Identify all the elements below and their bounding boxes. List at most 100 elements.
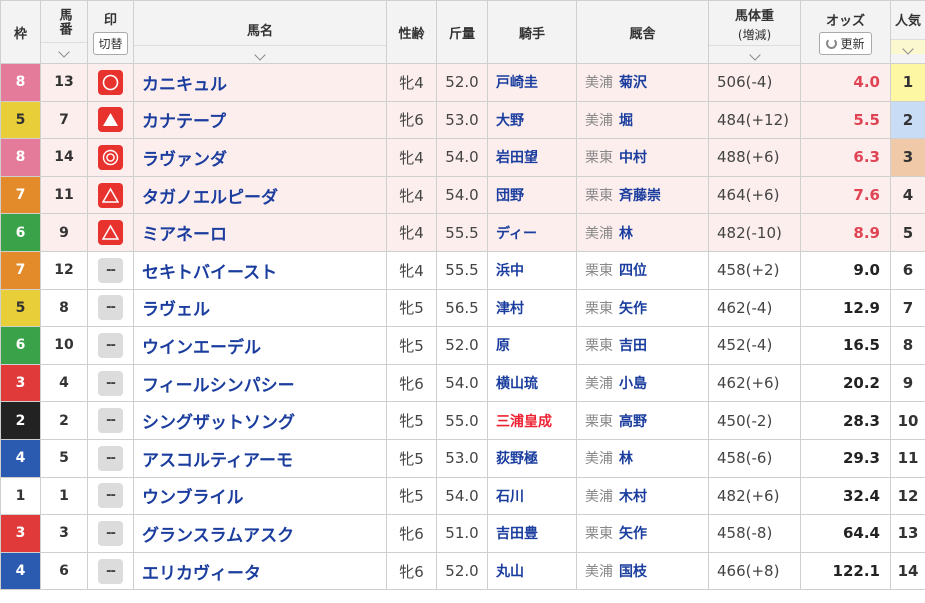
umaban-number: 1	[59, 487, 69, 504]
umaban-number: 6	[59, 563, 69, 580]
weight-value: 55.5	[445, 261, 479, 280]
trainer-link[interactable]: 斉藤崇	[619, 188, 661, 204]
header-stable-label: 厩舎	[629, 26, 656, 42]
jockey-link[interactable]: 団野	[487, 175, 577, 215]
jockey-link[interactable]: 岩田望	[487, 138, 577, 177]
header-ninki[interactable]: 人気	[890, 0, 925, 64]
header-umaban[interactable]: 馬番	[40, 0, 88, 64]
jockey-link[interactable]: 吉田豊	[487, 514, 577, 553]
table-row: 6 10 -- ウインエーデル 牝5 52.0 原 栗東 吉田 452(-4) 1…	[0, 326, 925, 365]
ninki-value: 6	[902, 261, 914, 280]
header-body-weight[interactable]: 馬体重 (増減)	[708, 0, 801, 64]
horse-name-link[interactable]: ウインエーデル	[133, 326, 387, 365]
weight-value: 52.0	[445, 562, 479, 581]
horse-name-link[interactable]: フィールシンパシー	[133, 363, 387, 403]
trainer-link[interactable]: 堀	[619, 113, 633, 129]
horse-name-link[interactable]: グランスラムアスク	[133, 514, 387, 553]
jockey-link[interactable]: 丸山	[487, 551, 577, 591]
mark-button[interactable]: --	[98, 295, 123, 321]
horse-name-link[interactable]: ミアネーロ	[133, 213, 387, 252]
sexage-value: 牝5	[399, 487, 424, 506]
sexage-value: 牝4	[399, 73, 424, 92]
horse-name-link[interactable]: ラヴァンダ	[133, 138, 387, 177]
sort-umaban-button[interactable]	[41, 41, 87, 58]
trainer-link[interactable]: 矢作	[619, 301, 647, 317]
trainer-link[interactable]: 中村	[619, 150, 647, 166]
mark-button[interactable]: --	[98, 520, 123, 546]
odds-cell: 5.5	[800, 100, 891, 140]
sort-ninki-button[interactable]	[891, 39, 925, 55]
trainer-link[interactable]: 菊沢	[619, 75, 647, 91]
mark-button[interactable]: --	[98, 257, 123, 283]
odds-value: 6.3	[853, 148, 880, 167]
mark-button[interactable]: --	[98, 558, 123, 584]
jockey-link[interactable]: 荻野極	[487, 438, 577, 478]
ninki-value: 4	[902, 186, 914, 205]
horse-name-link[interactable]: アスコルティアーモ	[133, 438, 387, 478]
jockey-link[interactable]: ディー	[487, 213, 577, 252]
jockey-link[interactable]: 浜中	[487, 250, 577, 290]
trainer-link[interactable]: 林	[619, 451, 633, 467]
weight-cell: 53.0	[436, 100, 488, 140]
horse-name-link[interactable]: シングザットソング	[133, 401, 387, 440]
horse-name-link[interactable]: セキトバイースト	[133, 250, 387, 290]
mark-button[interactable]	[98, 182, 123, 208]
jockey-link[interactable]: 津村	[487, 288, 577, 328]
mark-button[interactable]: --	[98, 370, 123, 396]
weight-cell: 54.0	[436, 476, 488, 516]
sexage-cell: 牝5	[386, 438, 437, 478]
horse-name-link[interactable]: ウンブライル	[133, 476, 387, 516]
horse-name-link[interactable]: タガノエルピーダ	[133, 175, 387, 215]
trainer-link[interactable]: 木村	[619, 489, 647, 505]
sexage-value: 牝4	[399, 148, 424, 167]
stable-region: 美浦	[585, 75, 613, 92]
mark-button[interactable]: --	[98, 332, 123, 358]
trainer-link[interactable]: 矢作	[619, 526, 647, 542]
trainer-link[interactable]: 国枝	[619, 564, 647, 580]
table-row: 8 13 カニキュル 牝4 52.0 戸崎圭 美浦 菊沢 506(-4) 4.0 …	[0, 63, 925, 102]
horse-name-link[interactable]: エリカヴィータ	[133, 551, 387, 591]
mark-button[interactable]: --	[98, 408, 123, 434]
jockey-link[interactable]: 横山琉	[487, 363, 577, 403]
trainer-link[interactable]: 林	[619, 226, 633, 242]
umaban-number: 8	[59, 299, 69, 316]
trainer-link[interactable]: 高野	[619, 414, 647, 430]
horse-name-link[interactable]: カナテープ	[133, 100, 387, 140]
mark-button[interactable]	[98, 69, 123, 95]
horse-name-link[interactable]: カニキュル	[133, 63, 387, 102]
stable-region: 栗東	[585, 263, 613, 280]
jockey-link[interactable]: 石川	[487, 476, 577, 516]
stable-region: 栗東	[585, 188, 613, 205]
header-jockey: 騎手	[487, 0, 577, 64]
trainer-link[interactable]: 小島	[619, 376, 647, 392]
mark-cell	[87, 175, 134, 215]
table-row: 7 11 タガノエルピーダ 牝4 54.0 団野 栗東 斉藤崇 464(+6) 7…	[0, 175, 925, 215]
weight-value: 52.0	[445, 73, 479, 92]
sexage-cell: 牝4	[386, 175, 437, 215]
horse-name-link[interactable]: ラヴェル	[133, 288, 387, 328]
mark-button[interactable]: --	[98, 445, 123, 471]
umaban-cell: 10	[40, 326, 88, 365]
waku-cell: 7	[0, 175, 41, 215]
trainer-link[interactable]: 四位	[619, 263, 647, 279]
mark-button[interactable]	[98, 144, 123, 170]
mark-cell	[87, 63, 134, 102]
jockey-link[interactable]: 原	[487, 326, 577, 365]
sort-body-weight-button[interactable]	[709, 44, 800, 61]
waku-number: 5	[15, 299, 26, 316]
header-horse[interactable]: 馬名	[133, 0, 387, 64]
ninki-cell: 2	[890, 100, 925, 140]
odds-value: 7.6	[853, 186, 880, 205]
mark-toggle-button[interactable]: 切替	[93, 32, 128, 55]
trainer-link[interactable]: 吉田	[619, 338, 647, 354]
jockey-link[interactable]: 戸崎圭	[487, 63, 577, 102]
mark-button[interactable]	[98, 220, 123, 246]
jockey-name: 大野	[496, 112, 524, 129]
jockey-link[interactable]: 大野	[487, 100, 577, 140]
sort-horse-button[interactable]	[134, 45, 386, 61]
ninki-value: 14	[897, 562, 919, 581]
jockey-link[interactable]: 三浦皇成	[487, 401, 577, 440]
odds-update-button[interactable]: 更新	[819, 31, 872, 55]
mark-button[interactable]: --	[98, 483, 123, 509]
mark-button[interactable]	[98, 107, 123, 133]
